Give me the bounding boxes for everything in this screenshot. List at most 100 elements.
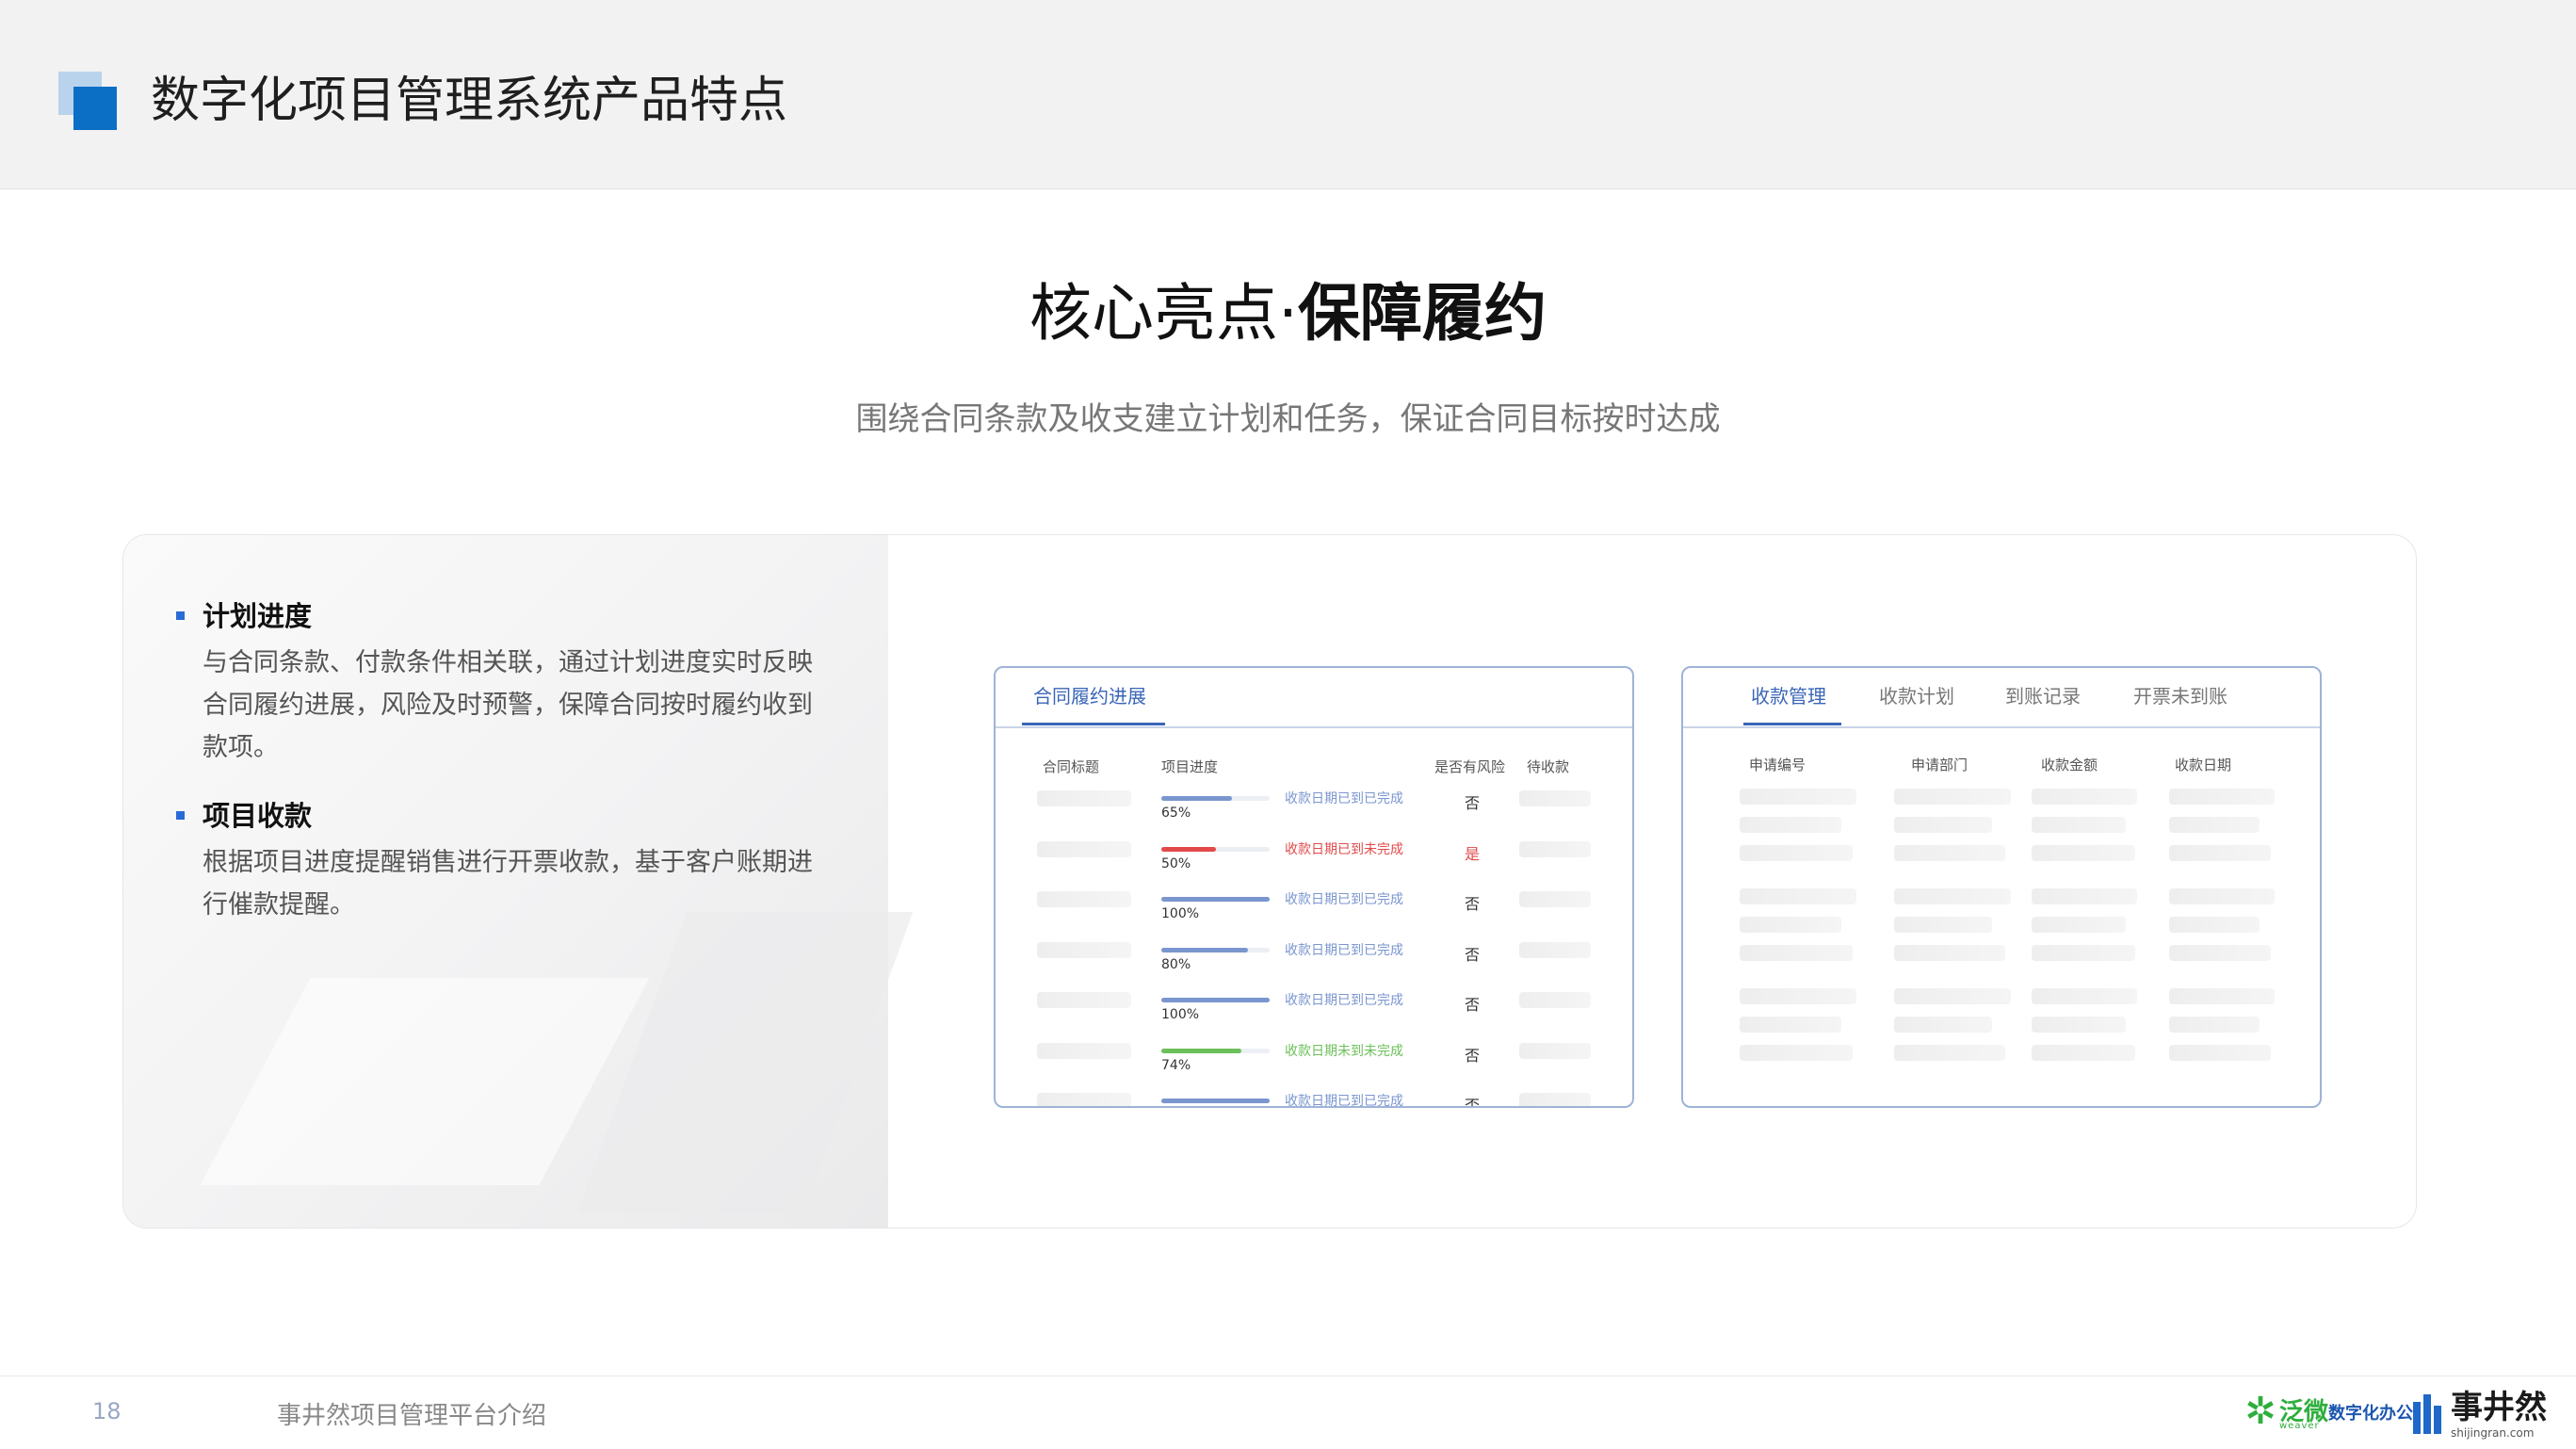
progress-fill [1161, 846, 1216, 852]
placeholder-title [1037, 941, 1131, 958]
placeholder-cell [2032, 817, 2126, 833]
progress-track [1161, 1099, 1270, 1103]
collection-status: 收款日期已到已完成 [1285, 892, 1403, 907]
placeholder-cell [1894, 1017, 1992, 1033]
risk-flag: 否 [1465, 794, 1481, 812]
placeholder-cell [2169, 789, 2275, 805]
placeholder-cell [2032, 988, 2137, 1004]
column-header: 收款金额 [2041, 757, 2098, 773]
placeholder-cell [2032, 888, 2137, 904]
table-row[interactable]: 100%收款日期已到已完成否 [996, 1091, 1632, 1108]
feature-description: 根据项目进度提醒销售进行开票收款，基于客户账期进 行催款提醒。 [176, 841, 835, 926]
placeholder-title [1037, 891, 1131, 907]
shijingran-name: 事井然 [2451, 1389, 2547, 1426]
hero-title-bold: 保障履约 [1297, 277, 1547, 350]
panel-tab-bar: 收款管理 收款计划 到账记录 开票未到账 [1683, 668, 2320, 728]
feature-title: 项目收款 [203, 800, 313, 832]
progress-fill [1161, 897, 1270, 902]
placeholder-title [1037, 790, 1131, 806]
placeholder-cell [1894, 917, 1992, 933]
risk-flag: 否 [1465, 895, 1481, 913]
placeholder-amount [1519, 891, 1591, 907]
risk-flag: 否 [1465, 996, 1481, 1014]
placeholder-cell [1740, 845, 1853, 861]
collection-status: 收款日期已到已完成 [1285, 791, 1403, 806]
footer-text: 事井然项目管理平台介绍 [277, 1402, 547, 1430]
table-row[interactable]: 100% 收款日期已到已完成 否 [996, 889, 1632, 935]
table-row[interactable]: 50% 收款日期已到未完成 是 [996, 839, 1632, 885]
placeholder-cell [1894, 988, 2011, 1004]
active-tab-underline [1022, 723, 1165, 725]
table-row[interactable]: 100%收款日期已到已完成否 [996, 990, 1632, 1035]
placeholder-amount [1519, 790, 1591, 806]
feature-desc-line: 根据项目进度提醒销售进行开票收款，基于客户账期进 [203, 848, 813, 877]
feature-desc-line: 合同履约进展，风险及时预警，保障合同按时履约收到 [203, 691, 813, 720]
placeholder-cell [1740, 888, 1856, 904]
progress-percent: 50% [1161, 855, 1191, 871]
decorative-shape [576, 912, 914, 1213]
risk-flag: 否 [1465, 945, 1481, 964]
table-row[interactable]: 74% 收款日期未到未完成 否 [996, 1041, 1632, 1086]
progress-fill [1161, 1099, 1270, 1103]
column-header: 待收款 [1527, 758, 1570, 775]
shijingran-logo: 事井然 shijingran.com [2413, 1389, 2547, 1441]
tab-arrival-records[interactable]: 到账记录 [2005, 677, 2081, 715]
placeholder-title [1037, 992, 1131, 1008]
collection-status: 收款日期已到未完成 [1285, 841, 1403, 857]
progress-fill [1161, 1048, 1242, 1053]
placeholder-cell [1740, 1017, 1841, 1033]
risk-flag: 是 [1465, 844, 1481, 863]
feature-title: 计划进度 [203, 600, 313, 632]
tab-collection-plan[interactable]: 收款计划 [1879, 677, 1954, 715]
placeholder-title [1037, 1042, 1131, 1059]
progress-track [1161, 846, 1270, 852]
feature-project-collection: 项目收款 根据项目进度提醒销售进行开票收款，基于客户账期进 行催款提醒。 [176, 796, 835, 926]
tab-collection-management[interactable]: 收款管理 [1751, 677, 1826, 715]
placeholder-amount [1519, 1093, 1591, 1106]
fanwei-sub: weaver [2279, 1421, 2320, 1431]
collection-status: 收款日期已到已完成 [1285, 1094, 1403, 1108]
page-title: 数字化项目管理系统产品特点 [151, 73, 788, 129]
progress-track [1161, 1048, 1270, 1053]
progress-track [1161, 947, 1270, 952]
tab-contract-progress[interactable]: 合同履约进展 [1033, 677, 1146, 715]
table-row[interactable]: 65% 收款日期已到已完成 否 [996, 789, 1632, 834]
collection-status: 收款日期已到已完成 [1285, 942, 1403, 958]
collection-status: 收款日期未到未完成 [1285, 1043, 1403, 1059]
feature-plan-progress: 计划进度 与合同条款、付款条件相关联，通过计划进度实时反映 合同履约进展，风险及… [176, 596, 835, 769]
placeholder-cell [1740, 817, 1841, 833]
column-header: 合同标题 [1043, 758, 1100, 775]
tab-invoiced-not-received[interactable]: 开票未到账 [2133, 677, 2228, 715]
feature-desc-line: 行催款提醒。 [203, 890, 355, 920]
placeholder-amount [1519, 840, 1591, 857]
feature-desc-line: 与合同条款、付款条件相关联，通过计划进度实时反映 [203, 648, 813, 677]
page-number: 18 [92, 1398, 122, 1425]
risk-flag: 否 [1465, 1097, 1481, 1108]
slide-header: 数字化项目管理系统产品特点 [0, 0, 2576, 189]
progress-track [1161, 998, 1270, 1002]
progress-fill [1161, 998, 1270, 1002]
feature-desc-line: 款项。 [203, 733, 279, 762]
risk-flag: 否 [1465, 1046, 1481, 1065]
bullet-icon [176, 811, 185, 820]
collection-management-panel: 收款管理 收款计划 到账记录 开票未到账 申请编号 申请部门 收款金额 收款日期 [1681, 666, 2322, 1108]
progress-percent: 80% [1161, 956, 1191, 972]
placeholder-cell [2169, 1017, 2260, 1033]
contract-progress-panel: 合同履约进展 合同标题 项目进度 是否有风险 待收款 65% 收款日期已到已完成否… [994, 666, 1634, 1108]
placeholder-cell [1740, 1045, 1853, 1061]
placeholder-cell [1894, 817, 1992, 833]
progress-percent: 100% [1161, 906, 1200, 921]
fanwei-tagline: 数字化办公 [2328, 1404, 2413, 1424]
feature-description: 与合同条款、付款条件相关联，通过计划进度实时反映 合同履约进展，风险及时预警，保… [176, 642, 835, 769]
placeholder-cell [2032, 789, 2137, 805]
progress-fill [1161, 947, 1248, 952]
title-square-dark [73, 87, 117, 130]
placeholder-cell [2032, 845, 2135, 861]
placeholder-title [1037, 1093, 1131, 1106]
placeholder-amount [1519, 1042, 1591, 1059]
table-row[interactable]: 80% 收款日期已到已完成 否 [996, 940, 1632, 985]
placeholder-cell [1740, 917, 1841, 933]
decorative-shape [200, 978, 650, 1185]
placeholder-cell [1894, 789, 2011, 805]
progress-fill [1161, 796, 1232, 801]
